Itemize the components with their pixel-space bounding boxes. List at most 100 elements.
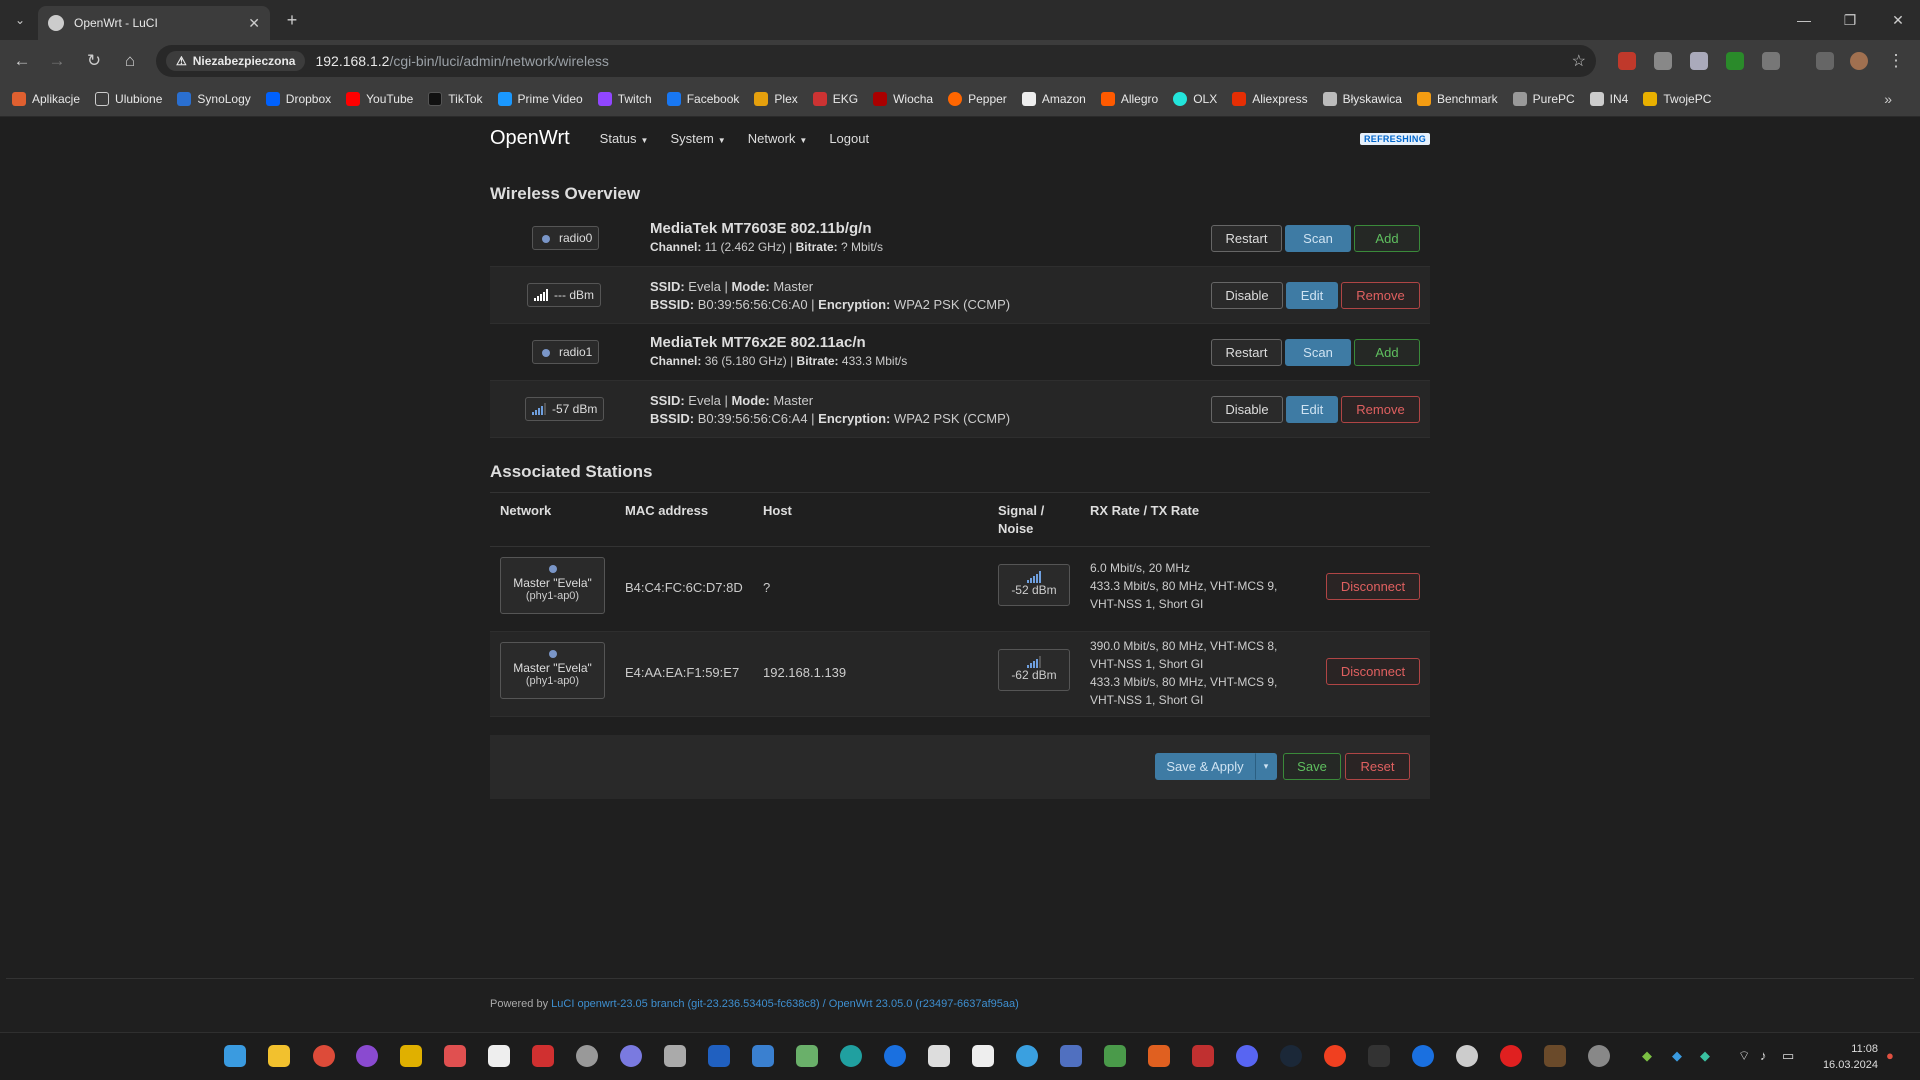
menu-network[interactable]: Network ▼ xyxy=(748,131,808,146)
disconnect-button[interactable]: Disconnect xyxy=(1326,573,1420,600)
file-explorer-icon[interactable] xyxy=(268,1045,290,1067)
chrome-icon[interactable] xyxy=(313,1045,335,1067)
security-chip[interactable]: ⚠ Niezabezpieczona xyxy=(166,51,306,71)
add-button[interactable]: Add xyxy=(1354,225,1420,252)
side-panel-icon[interactable] xyxy=(1816,52,1834,70)
volume-tray-icon[interactable]: ♪ xyxy=(1760,1048,1767,1063)
app-icon[interactable] xyxy=(1192,1045,1214,1067)
app-icon[interactable] xyxy=(620,1045,642,1067)
tab-search-icon[interactable]: ⌄ xyxy=(8,8,32,32)
luci-link[interactable]: LuCI openwrt-23.05 branch (git-23.236.53… xyxy=(551,998,819,1010)
app-icon[interactable] xyxy=(884,1045,906,1067)
scan-button[interactable]: Scan xyxy=(1285,225,1351,252)
bookmark-item[interactable]: Benchmark xyxy=(1416,92,1498,106)
profile-avatar[interactable] xyxy=(1850,52,1868,70)
app-icon[interactable] xyxy=(840,1045,862,1067)
bookmark-item[interactable]: PurePC xyxy=(1512,92,1575,106)
disconnect-button[interactable]: Disconnect xyxy=(1326,658,1420,685)
discord-icon[interactable] xyxy=(1236,1045,1258,1067)
app-icon[interactable] xyxy=(928,1045,950,1067)
url-text[interactable]: 192.168.1.2/cgi-bin/luci/admin/network/w… xyxy=(315,53,608,69)
minecraft-icon[interactable] xyxy=(1544,1045,1566,1067)
defender-tray-icon[interactable]: ◆ xyxy=(1672,1048,1682,1064)
bookmark-item[interactable]: Facebook xyxy=(666,92,739,106)
save-apply-button[interactable]: Save & Apply xyxy=(1155,753,1255,780)
bookmark-item[interactable]: SynoLogy xyxy=(177,92,251,106)
browser-tab[interactable]: OpenWrt - LuCI ✕ xyxy=(38,6,270,40)
start-icon[interactable] xyxy=(224,1045,246,1067)
bookmark-item[interactable]: OLX xyxy=(1173,92,1217,106)
bookmark-item[interactable]: TikTok xyxy=(428,92,483,106)
ea-icon[interactable] xyxy=(1324,1045,1346,1067)
wifi-tray-icon[interactable]: ⌔ xyxy=(1738,1048,1750,1064)
app-icon[interactable] xyxy=(1412,1045,1434,1067)
bookmark-item[interactable]: Pepper xyxy=(948,92,1007,106)
tray-icon[interactable]: ◆ xyxy=(1700,1048,1710,1064)
app-icon[interactable] xyxy=(1104,1045,1126,1067)
bookmark-item[interactable]: YouTube xyxy=(346,92,413,106)
bookmark-item[interactable]: TwojePC xyxy=(1643,92,1711,106)
app-icon[interactable] xyxy=(444,1045,466,1067)
download-extension-icon[interactable] xyxy=(1726,52,1744,70)
tab-close-icon[interactable]: ✕ xyxy=(248,15,260,32)
app-icon[interactable] xyxy=(1500,1045,1522,1067)
add-button[interactable]: Add xyxy=(1354,339,1420,366)
app-icon[interactable] xyxy=(752,1045,774,1067)
minimize-icon[interactable]: — xyxy=(1792,8,1816,32)
puzzle-extensions-icon[interactable] xyxy=(1762,52,1780,70)
reload-icon[interactable]: ↻ xyxy=(82,49,106,73)
epic-games-icon[interactable] xyxy=(1368,1045,1390,1067)
bookmark-item[interactable]: Prime Video xyxy=(497,92,583,106)
edit-button[interactable]: Edit xyxy=(1286,282,1338,309)
save-apply-dropdown-icon[interactable]: ▾ xyxy=(1255,753,1277,780)
app-icon[interactable] xyxy=(1016,1045,1038,1067)
forward-icon[interactable]: → xyxy=(45,49,69,73)
ublock-extension-icon[interactable] xyxy=(1618,52,1636,70)
window-close-icon[interactable]: ✕ xyxy=(1886,8,1910,32)
bookmark-item[interactable]: IN4 xyxy=(1589,92,1628,106)
shield-extension-icon[interactable] xyxy=(1690,52,1708,70)
bookmark-item[interactable]: EKG xyxy=(812,92,858,106)
brand-logo[interactable]: OpenWrt xyxy=(490,127,570,150)
menu-logout[interactable]: Logout xyxy=(829,131,869,146)
notepad-icon[interactable] xyxy=(488,1045,510,1067)
settings-icon[interactable] xyxy=(1588,1045,1610,1067)
address-bar[interactable]: ⚠ Niezabezpieczona 192.168.1.2/cgi-bin/l… xyxy=(156,45,1596,77)
browser-menu-icon[interactable]: ⋮ xyxy=(1884,49,1908,73)
restart-button[interactable]: Restart xyxy=(1211,339,1282,366)
scan-button[interactable]: Scan xyxy=(1285,339,1351,366)
extension-icon[interactable] xyxy=(1654,52,1672,70)
app-icon[interactable] xyxy=(708,1045,730,1067)
bookmark-item[interactable]: Dropbox xyxy=(265,92,331,106)
app-icon[interactable] xyxy=(400,1045,422,1067)
bookmark-item[interactable]: Allegro xyxy=(1100,92,1158,106)
taskbar-clock[interactable]: 11:08 16.03.2024 xyxy=(1823,1041,1878,1073)
steam-icon[interactable] xyxy=(1280,1045,1302,1067)
bookmark-item[interactable]: Wiocha xyxy=(873,92,933,106)
app-icon[interactable] xyxy=(1148,1045,1170,1067)
remove-button[interactable]: Remove xyxy=(1341,282,1420,309)
bookmark-item[interactable]: Twitch xyxy=(597,92,652,106)
bookmark-item[interactable]: Aplikacje xyxy=(12,92,80,106)
remove-button[interactable]: Remove xyxy=(1341,396,1420,423)
bookmark-item[interactable]: Plex xyxy=(754,92,798,106)
bookmark-item[interactable]: Amazon xyxy=(1021,92,1086,106)
edit-button[interactable]: Edit xyxy=(1286,396,1338,423)
disable-button[interactable]: Disable xyxy=(1211,396,1283,423)
app-icon[interactable] xyxy=(972,1045,994,1067)
menu-system[interactable]: System ▼ xyxy=(670,131,725,146)
app-icon[interactable] xyxy=(1456,1045,1478,1067)
reset-button[interactable]: Reset xyxy=(1345,753,1410,780)
refreshing-indicator[interactable]: REFRESHING xyxy=(1359,133,1430,145)
menu-status[interactable]: Status ▼ xyxy=(600,131,649,146)
restore-icon[interactable]: ❐ xyxy=(1838,8,1862,32)
app-icon[interactable] xyxy=(532,1045,554,1067)
nvidia-tray-icon[interactable]: ◆ xyxy=(1642,1048,1652,1064)
app-icon[interactable] xyxy=(356,1045,378,1067)
notification-bell-icon[interactable]: ● xyxy=(1886,1048,1894,1063)
app-icon[interactable] xyxy=(664,1045,686,1067)
bookmark-item[interactable]: Aliexpress xyxy=(1232,92,1308,106)
disable-button[interactable]: Disable xyxy=(1211,282,1283,309)
save-button[interactable]: Save xyxy=(1283,753,1341,780)
app-icon[interactable] xyxy=(796,1045,818,1067)
